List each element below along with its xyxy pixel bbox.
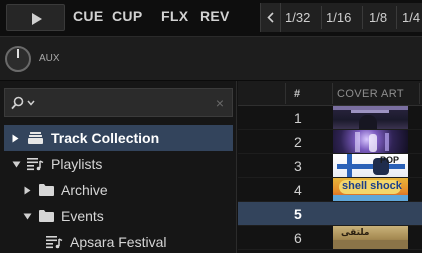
track-number: 5 (294, 206, 302, 222)
table-row[interactable]: 2 (238, 130, 422, 154)
search-icon (11, 96, 24, 110)
table-row[interactable]: 6 ملتقى (238, 226, 422, 250)
loop-size-selector: 1/32 1/16 1/8 1/4 (260, 3, 422, 32)
track-number: 1 (294, 110, 302, 126)
track-number: 3 (294, 158, 302, 174)
collapse-arrow-icon[interactable] (23, 213, 32, 220)
cover-art-image: ملتقى (333, 226, 408, 249)
browser-tree: × Track Collection Playlists Archive Eve… (0, 81, 237, 253)
track-list: # COVER ART 1 2 3 POP 4 shell shock 5 6 … (238, 81, 422, 253)
tree-item-apsara-festival[interactable]: Apsara Festival (4, 229, 233, 253)
tree-item-label: Track Collection (51, 130, 160, 146)
knob-indicator (17, 49, 19, 58)
cover-art-image: POP (333, 154, 408, 177)
collection-icon (28, 132, 43, 144)
cue-button[interactable]: CUE (73, 8, 103, 24)
transport-bar: CUE CUP FLX REV 1/32 1/16 1/8 1/4 (0, 0, 422, 37)
play-icon (32, 13, 42, 25)
flx-button[interactable]: FLX (161, 8, 188, 24)
track-number: 4 (294, 182, 302, 198)
cup-button[interactable]: CUP (112, 8, 142, 24)
column-header-number[interactable]: # (294, 88, 300, 100)
playlist-icon (27, 158, 44, 171)
aux-knob[interactable] (5, 46, 31, 72)
tree-item-playlists[interactable]: Playlists (4, 151, 233, 177)
chevron-left-icon (267, 12, 274, 23)
track-number: 2 (294, 134, 302, 150)
table-row[interactable]: 3 POP (238, 154, 422, 178)
playlist-icon (46, 236, 63, 249)
rev-button[interactable]: REV (200, 8, 230, 24)
tree-item-archive[interactable]: Archive (4, 177, 233, 203)
divider (332, 83, 333, 104)
aux-label: AUX (39, 53, 60, 64)
tree-item-label: Events (61, 208, 104, 224)
tree-item-events[interactable]: Events (4, 203, 233, 229)
tree-item-track-collection[interactable]: Track Collection (4, 125, 233, 151)
folder-icon (39, 184, 54, 196)
cover-art-text: ملتقى (341, 228, 370, 238)
divider (285, 83, 286, 104)
cover-art-image (333, 130, 408, 153)
cover-art-image: shell shock (333, 178, 408, 201)
tree-item-label: Archive (61, 182, 108, 198)
loop-size-1-16[interactable]: 1/16 (326, 10, 351, 25)
search-input[interactable] (41, 94, 201, 112)
clear-search-button[interactable]: × (216, 95, 224, 111)
cover-art-image (333, 106, 408, 129)
divider (419, 83, 420, 104)
divider (321, 6, 322, 29)
table-row[interactable]: 1 (238, 106, 422, 130)
divider (396, 6, 397, 29)
tree-item-label: Apsara Festival (70, 234, 167, 250)
table-row[interactable]: 4 shell shock (238, 178, 422, 202)
list-header: # COVER ART (238, 81, 422, 106)
cover-art-text: shell shock (342, 180, 402, 192)
column-header-cover-art[interactable]: COVER ART (337, 88, 404, 100)
aux-row: AUX (0, 37, 422, 81)
play-button[interactable] (6, 4, 65, 31)
chevron-down-icon[interactable] (27, 100, 35, 106)
track-number: 6 (294, 230, 302, 246)
cover-art-text: POP (380, 155, 400, 165)
loop-prev-button[interactable] (261, 3, 281, 32)
divider (362, 6, 363, 29)
folder-icon (39, 210, 54, 222)
expand-arrow-icon[interactable] (24, 186, 31, 195)
tree-item-label: Playlists (51, 156, 103, 172)
loop-size-1-32[interactable]: 1/32 (285, 10, 310, 25)
table-row-selected[interactable]: 5 (238, 202, 422, 226)
expand-arrow-icon[interactable] (12, 134, 19, 143)
collapse-arrow-icon[interactable] (12, 161, 21, 168)
loop-size-1-4[interactable]: 1/4 (402, 10, 420, 25)
loop-size-1-8[interactable]: 1/8 (369, 10, 387, 25)
search-box[interactable]: × (4, 88, 233, 117)
